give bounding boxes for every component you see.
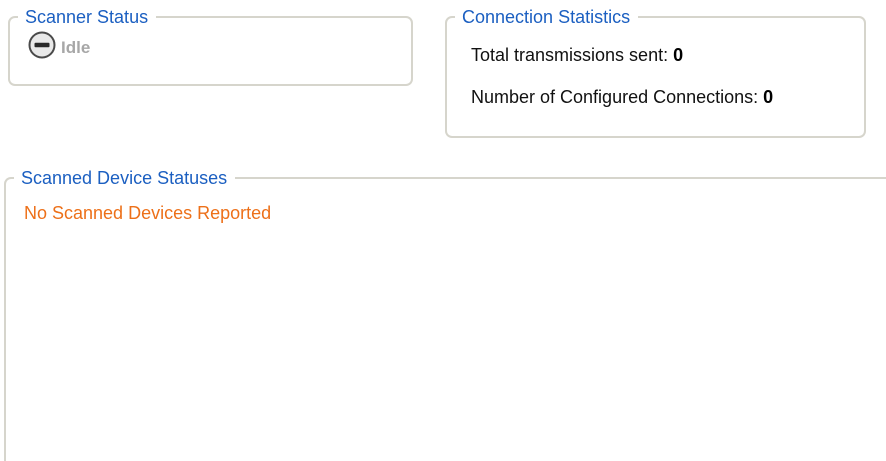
no-devices-message: No Scanned Devices Reported [24, 203, 272, 223]
scanner-state-label: Idle [61, 37, 91, 57]
minus-circle-icon [27, 30, 57, 60]
total-transmissions-value: 0 [673, 45, 684, 65]
scanner-state: Idle [27, 30, 90, 60]
connection-statistics-panel: Connection Statistics [445, 7, 866, 138]
scanner-page: Scanner Status Idle Connection Statistic… [0, 0, 886, 461]
configured-connections-stat: Number of Configured Connections: 0 [471, 87, 773, 108]
configured-connections-value: 0 [763, 87, 774, 107]
total-transmissions-label: Total transmissions sent: [471, 45, 669, 65]
connection-statistics-title: Connection Statistics [462, 7, 631, 27]
total-transmissions-stat: Total transmissions sent: 0 [471, 45, 683, 66]
configured-connections-label: Number of Configured Connections: [471, 87, 759, 107]
scanned-device-statuses-title: Scanned Device Statuses [21, 168, 228, 188]
scanner-status-title: Scanner Status [25, 7, 149, 27]
